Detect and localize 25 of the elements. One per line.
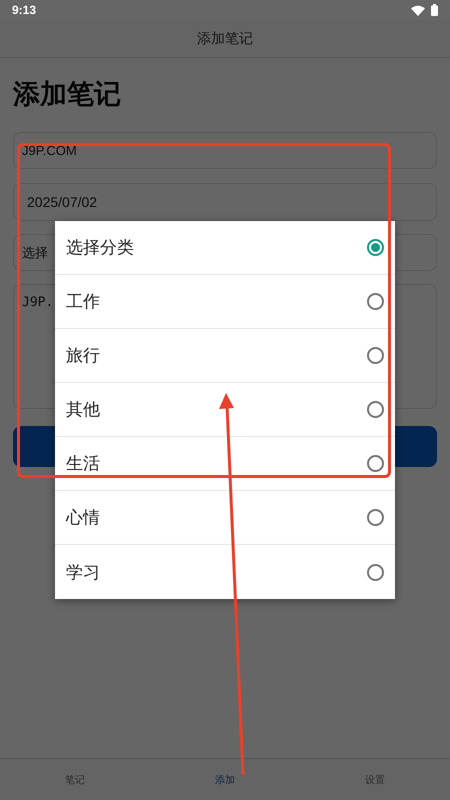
option-label: 选择分类	[66, 237, 134, 259]
option-label: 学习	[66, 562, 100, 584]
wifi-icon	[411, 4, 425, 16]
option-label: 工作	[66, 291, 100, 313]
radio-button[interactable]	[367, 401, 384, 418]
radio-button[interactable]	[367, 455, 384, 472]
option-label: 生活	[66, 453, 100, 475]
option-label: 其他	[66, 399, 100, 421]
radio-button[interactable]	[367, 293, 384, 310]
category-option[interactable]: 学习	[55, 545, 395, 599]
radio-button[interactable]	[367, 239, 384, 256]
category-option[interactable]: 选择分类	[55, 221, 395, 275]
battery-icon	[431, 4, 438, 16]
app-bar-title: 添加笔记	[197, 30, 253, 48]
status-time: 9:13	[12, 3, 36, 17]
radio-button[interactable]	[367, 564, 384, 580]
option-label: 旅行	[66, 345, 100, 367]
radio-button[interactable]	[367, 509, 384, 526]
option-label: 心情	[66, 507, 100, 529]
category-option[interactable]: 生活	[55, 437, 395, 491]
category-option[interactable]: 工作	[55, 275, 395, 329]
radio-button[interactable]	[367, 347, 384, 364]
category-option[interactable]: 心情	[55, 491, 395, 545]
page-heading: 添加笔记	[13, 78, 122, 112]
category-option[interactable]: 旅行	[55, 329, 395, 383]
